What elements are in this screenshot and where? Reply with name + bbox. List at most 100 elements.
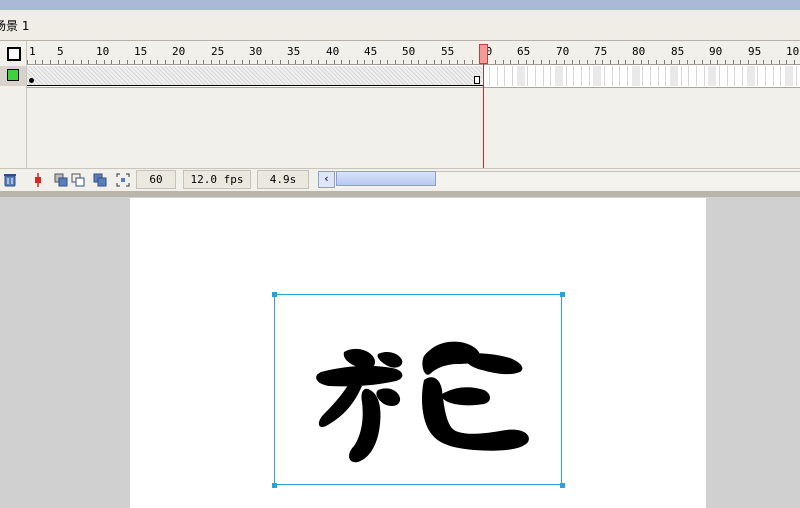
ruler-tick	[88, 60, 90, 64]
ruler-tick	[234, 60, 236, 64]
ruler-tick	[717, 60, 719, 64]
ruler-tick	[747, 60, 749, 64]
ruler-tick	[763, 60, 765, 64]
window-title-strip	[0, 0, 800, 10]
trash-icon[interactable]	[1, 171, 19, 189]
ruler-tick	[249, 60, 251, 64]
playhead-line	[483, 64, 484, 168]
ruler-tick	[571, 60, 573, 64]
ruler-tick	[42, 60, 44, 64]
selection-handle[interactable]	[560, 292, 565, 297]
ruler-tick	[295, 60, 297, 64]
frame-group-marker	[555, 66, 563, 86]
edit-multiple-frames-icon[interactable]	[91, 171, 109, 189]
selection-bounding-box[interactable]	[274, 294, 562, 485]
selection-handle[interactable]	[272, 483, 277, 488]
ruler-tick	[540, 60, 542, 64]
center-frame-icon[interactable]	[29, 171, 47, 189]
ruler-tick	[494, 60, 496, 64]
ruler-tick	[602, 60, 604, 64]
ruler-tick	[142, 60, 144, 64]
playhead[interactable]	[479, 44, 488, 64]
ruler-tick	[203, 60, 205, 64]
ruler-tick	[218, 60, 220, 64]
ruler-tick	[694, 60, 696, 64]
end-frame-marker[interactable]	[474, 76, 480, 84]
selection-handle[interactable]	[272, 292, 277, 297]
ruler-tick	[632, 60, 634, 64]
ruler-label: 80	[632, 45, 646, 58]
ruler-label: 90	[709, 45, 723, 58]
ruler-tick	[172, 60, 174, 64]
ruler-tick	[65, 60, 67, 64]
ruler-tick	[349, 60, 351, 64]
frame-rate-field[interactable]: 12.0 fps	[183, 170, 251, 189]
ruler-label: 20	[172, 45, 186, 58]
ruler-tick	[50, 60, 51, 64]
ruler-tick	[226, 60, 228, 64]
ruler-tick	[663, 60, 665, 64]
filled-frame-span[interactable]	[27, 66, 482, 86]
ruler-tick	[701, 60, 703, 64]
elapsed-time-field[interactable]: 4.9s	[257, 170, 309, 189]
frame-group-marker	[747, 66, 755, 86]
scene-label[interactable]: 场景 1	[0, 17, 29, 34]
frame-group-marker	[670, 66, 678, 86]
ruler-tick	[149, 60, 151, 64]
ruler-tick	[188, 60, 190, 64]
ruler-tick	[180, 60, 182, 64]
selection-handle[interactable]	[560, 483, 565, 488]
layer-color-icon[interactable]	[7, 69, 19, 81]
ruler-tick	[34, 60, 36, 64]
ruler-label: 10	[786, 45, 800, 58]
ruler-label: 45	[364, 45, 378, 58]
frame-group-marker	[517, 66, 525, 86]
ruler-tick	[709, 60, 711, 64]
modify-onion-markers-icon[interactable]	[114, 171, 132, 189]
onion-skin-icon[interactable]	[52, 171, 70, 189]
ruler-tick	[165, 60, 167, 64]
ruler-tick	[678, 60, 680, 64]
ruler-tick	[517, 60, 519, 64]
frame-group-marker	[708, 66, 716, 86]
scene-bar	[0, 10, 800, 41]
ruler-label: 10	[96, 45, 110, 58]
frame-ruler[interactable]: 1510152025303540455055606570758085909510	[27, 42, 800, 65]
ruler-tick	[80, 60, 82, 64]
scroll-left-arrow-icon[interactable]: ‹	[318, 171, 335, 188]
ruler-tick	[510, 60, 512, 64]
onion-skin-outlines-icon[interactable]	[69, 171, 87, 189]
ruler-tick	[333, 60, 335, 64]
ruler-tick	[379, 60, 381, 64]
ruler-tick	[525, 60, 527, 64]
ruler-tick	[364, 60, 366, 64]
scrollbar-thumb[interactable]	[336, 171, 436, 186]
ruler-tick	[556, 60, 558, 64]
ruler-tick	[272, 60, 274, 64]
ruler-tick	[671, 60, 673, 64]
frame-span-baseline	[27, 85, 483, 86]
current-frame-field[interactable]: 60	[136, 170, 176, 189]
outline-toggle-icon[interactable]	[7, 47, 21, 61]
ruler-tick	[241, 60, 243, 64]
ruler-tick	[586, 60, 588, 64]
ruler-tick	[157, 60, 159, 64]
ruler-tick	[648, 60, 650, 64]
ruler-tick	[341, 60, 343, 64]
ruler-tick	[73, 60, 75, 64]
ruler-tick	[126, 60, 128, 64]
ruler-tick	[533, 60, 535, 64]
keyframe-dot[interactable]	[29, 78, 34, 83]
empty-frame-cell[interactable]	[795, 66, 800, 86]
ruler-label: 40	[326, 45, 340, 58]
ruler-label: 55	[441, 45, 455, 58]
ruler-label: 25	[211, 45, 225, 58]
frame-group-marker	[632, 66, 640, 86]
ruler-label: 70	[556, 45, 570, 58]
ruler-tick	[740, 60, 742, 64]
ruler-tick	[563, 60, 565, 64]
ruler-label: 85	[671, 45, 685, 58]
ruler-tick	[387, 60, 389, 64]
ruler-tick	[211, 60, 213, 64]
ruler-tick	[287, 60, 289, 64]
